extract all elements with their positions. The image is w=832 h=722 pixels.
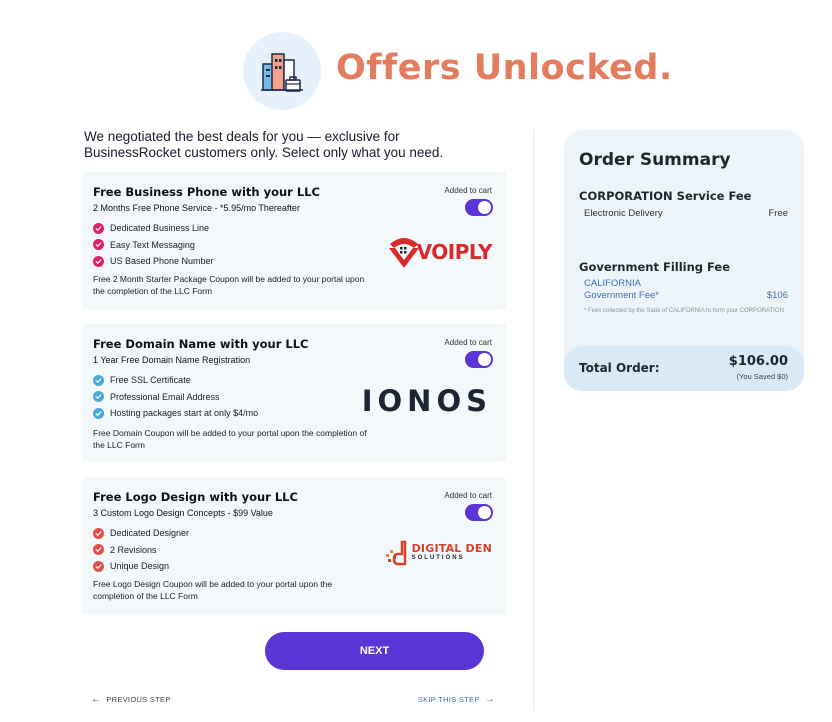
offer-note: Free Domain Coupon will be added to your… bbox=[93, 428, 367, 450]
toggle-knob bbox=[478, 201, 491, 214]
delivery-price: Free bbox=[768, 208, 788, 219]
offer-title: Free Business Phone with your LLC bbox=[93, 185, 320, 199]
feature-label: Dedicated Business Line bbox=[110, 223, 210, 234]
feature-label: Free SSL Certificate bbox=[110, 375, 191, 386]
government-fee-text: Government Fee* bbox=[584, 290, 659, 301]
intro-text: We negotiated the best deals for you — e… bbox=[84, 129, 444, 160]
page-title: Offers Unlocked. bbox=[336, 48, 673, 88]
cart-status-label: Added to cart bbox=[444, 338, 492, 347]
total-order-value: $106.00 bbox=[728, 354, 788, 369]
arrow-left-icon: ← bbox=[91, 694, 102, 705]
feature-label: Dedicated Designer bbox=[110, 528, 190, 539]
check-icon bbox=[93, 239, 104, 251]
skip-step-label: SKIP THIS STEP bbox=[417, 695, 480, 704]
next-button[interactable]: NEXT bbox=[265, 632, 484, 670]
list-item: Free SSL Certificate bbox=[93, 372, 258, 389]
offers-page: Offers Unlocked. We negotiated the best … bbox=[0, 0, 832, 722]
digital-den-wordmark: DIGITAL DEN bbox=[411, 542, 492, 555]
government-fee-price: $106 bbox=[766, 290, 788, 301]
check-icon bbox=[93, 560, 104, 572]
feature-label: Hosting packages start at only $4/mo bbox=[110, 408, 259, 419]
cart-status-label: Added to cart bbox=[444, 491, 492, 500]
check-icon bbox=[93, 527, 104, 539]
cart-status-label: Added to cart bbox=[444, 186, 492, 195]
offer-note: Free Logo Design Coupon will be added to… bbox=[93, 579, 333, 601]
toggle-knob bbox=[478, 506, 491, 519]
add-to-cart-toggle[interactable] bbox=[465, 199, 493, 216]
ionos-logo: IONOS bbox=[361, 384, 492, 418]
digital-den-mark-icon bbox=[385, 540, 406, 566]
feature-label: US Based Phone Number bbox=[110, 256, 214, 267]
add-to-cart-toggle[interactable] bbox=[465, 504, 493, 521]
feature-label: Unique Design bbox=[110, 561, 170, 572]
check-icon bbox=[93, 222, 104, 234]
arrow-right-icon: → bbox=[484, 694, 495, 705]
offer-card-domain: Free Domain Name with your LLC 1 Year Fr… bbox=[82, 324, 506, 461]
offer-feature-list: Free SSL Certificate Professional Email … bbox=[93, 372, 258, 422]
toggle-knob bbox=[478, 353, 491, 366]
savings-text: (You Saved $0) bbox=[736, 372, 788, 381]
offer-card-phone: Free Business Phone with your LLC 2 Mont… bbox=[82, 172, 506, 309]
offer-feature-list: Dedicated Designer 2 Revisions Unique De… bbox=[93, 525, 189, 575]
voiply-logo: VOIPLY bbox=[387, 234, 493, 270]
offer-title: Free Logo Design with your LLC bbox=[93, 490, 298, 504]
list-item: Dedicated Designer bbox=[93, 525, 189, 542]
list-item: 2 Revisions bbox=[93, 542, 189, 559]
digital-den-subtext: SOLUTIONS bbox=[411, 555, 465, 561]
offer-subtitle: 2 Months Free Phone Service - *5.95/mo T… bbox=[93, 203, 300, 213]
offer-subtitle: 3 Custom Logo Design Concepts - $99 Valu… bbox=[93, 508, 273, 518]
feature-label: Professional Email Address bbox=[110, 391, 220, 402]
delivery-label: Electronic Delivery bbox=[584, 208, 663, 219]
delivery-row: Electronic Delivery Free bbox=[584, 208, 788, 219]
column-divider bbox=[533, 130, 534, 710]
check-icon bbox=[93, 255, 104, 267]
government-fee-label: CALIFORNIA Government Fee* bbox=[584, 278, 659, 302]
previous-step-label: PREVIOUS STEP bbox=[106, 695, 171, 704]
total-order-label: Total Order: bbox=[579, 361, 660, 375]
feature-label: 2 Revisions bbox=[110, 544, 157, 555]
offer-card-logo-design: Free Logo Design with your LLC 3 Custom … bbox=[82, 477, 506, 614]
voiply-mark-icon bbox=[388, 238, 419, 268]
government-fee-heading: Government Filling Fee bbox=[579, 260, 730, 274]
check-icon bbox=[93, 374, 104, 386]
feature-label: Easy Text Messaging bbox=[110, 239, 195, 250]
list-item: Easy Text Messaging bbox=[93, 237, 214, 254]
list-item: US Based Phone Number bbox=[93, 253, 214, 270]
state-name: CALIFORNIA bbox=[584, 278, 642, 289]
total-order-bar: Total Order: $106.00 (You Saved $0) bbox=[564, 346, 804, 391]
previous-step-link[interactable]: ← PREVIOUS STEP bbox=[86, 694, 171, 705]
offer-feature-list: Dedicated Business Line Easy Text Messag… bbox=[93, 220, 214, 270]
check-icon bbox=[93, 544, 104, 556]
list-item: Unique Design bbox=[93, 558, 189, 575]
list-item: Hosting packages start at only $4/mo bbox=[93, 405, 258, 422]
check-icon bbox=[93, 407, 104, 419]
offer-subtitle: 1 Year Free Domain Name Registration bbox=[93, 355, 251, 365]
add-to-cart-toggle[interactable] bbox=[465, 351, 493, 368]
order-summary-title: Order Summary bbox=[579, 150, 731, 170]
business-buildings-icon bbox=[243, 32, 321, 110]
voiply-wordmark: VOIPLY bbox=[416, 240, 493, 264]
check-icon bbox=[93, 391, 104, 403]
offer-note: Free 2 Month Starter Package Coupon will… bbox=[93, 274, 365, 296]
service-fee-heading: CORPORATION Service Fee bbox=[579, 189, 752, 203]
offer-title: Free Domain Name with your LLC bbox=[93, 337, 309, 351]
fee-fine-print: * Fees collected by the State of CALIFOR… bbox=[584, 308, 784, 314]
order-summary-panel: Order Summary CORPORATION Service Fee El… bbox=[564, 130, 804, 391]
skip-step-link[interactable]: SKIP THIS STEP → bbox=[418, 694, 500, 705]
list-item: Professional Email Address bbox=[93, 389, 258, 406]
digital-den-logo: DIGITAL DEN SOLUTIONS bbox=[385, 540, 492, 566]
list-item: Dedicated Business Line bbox=[93, 220, 214, 237]
